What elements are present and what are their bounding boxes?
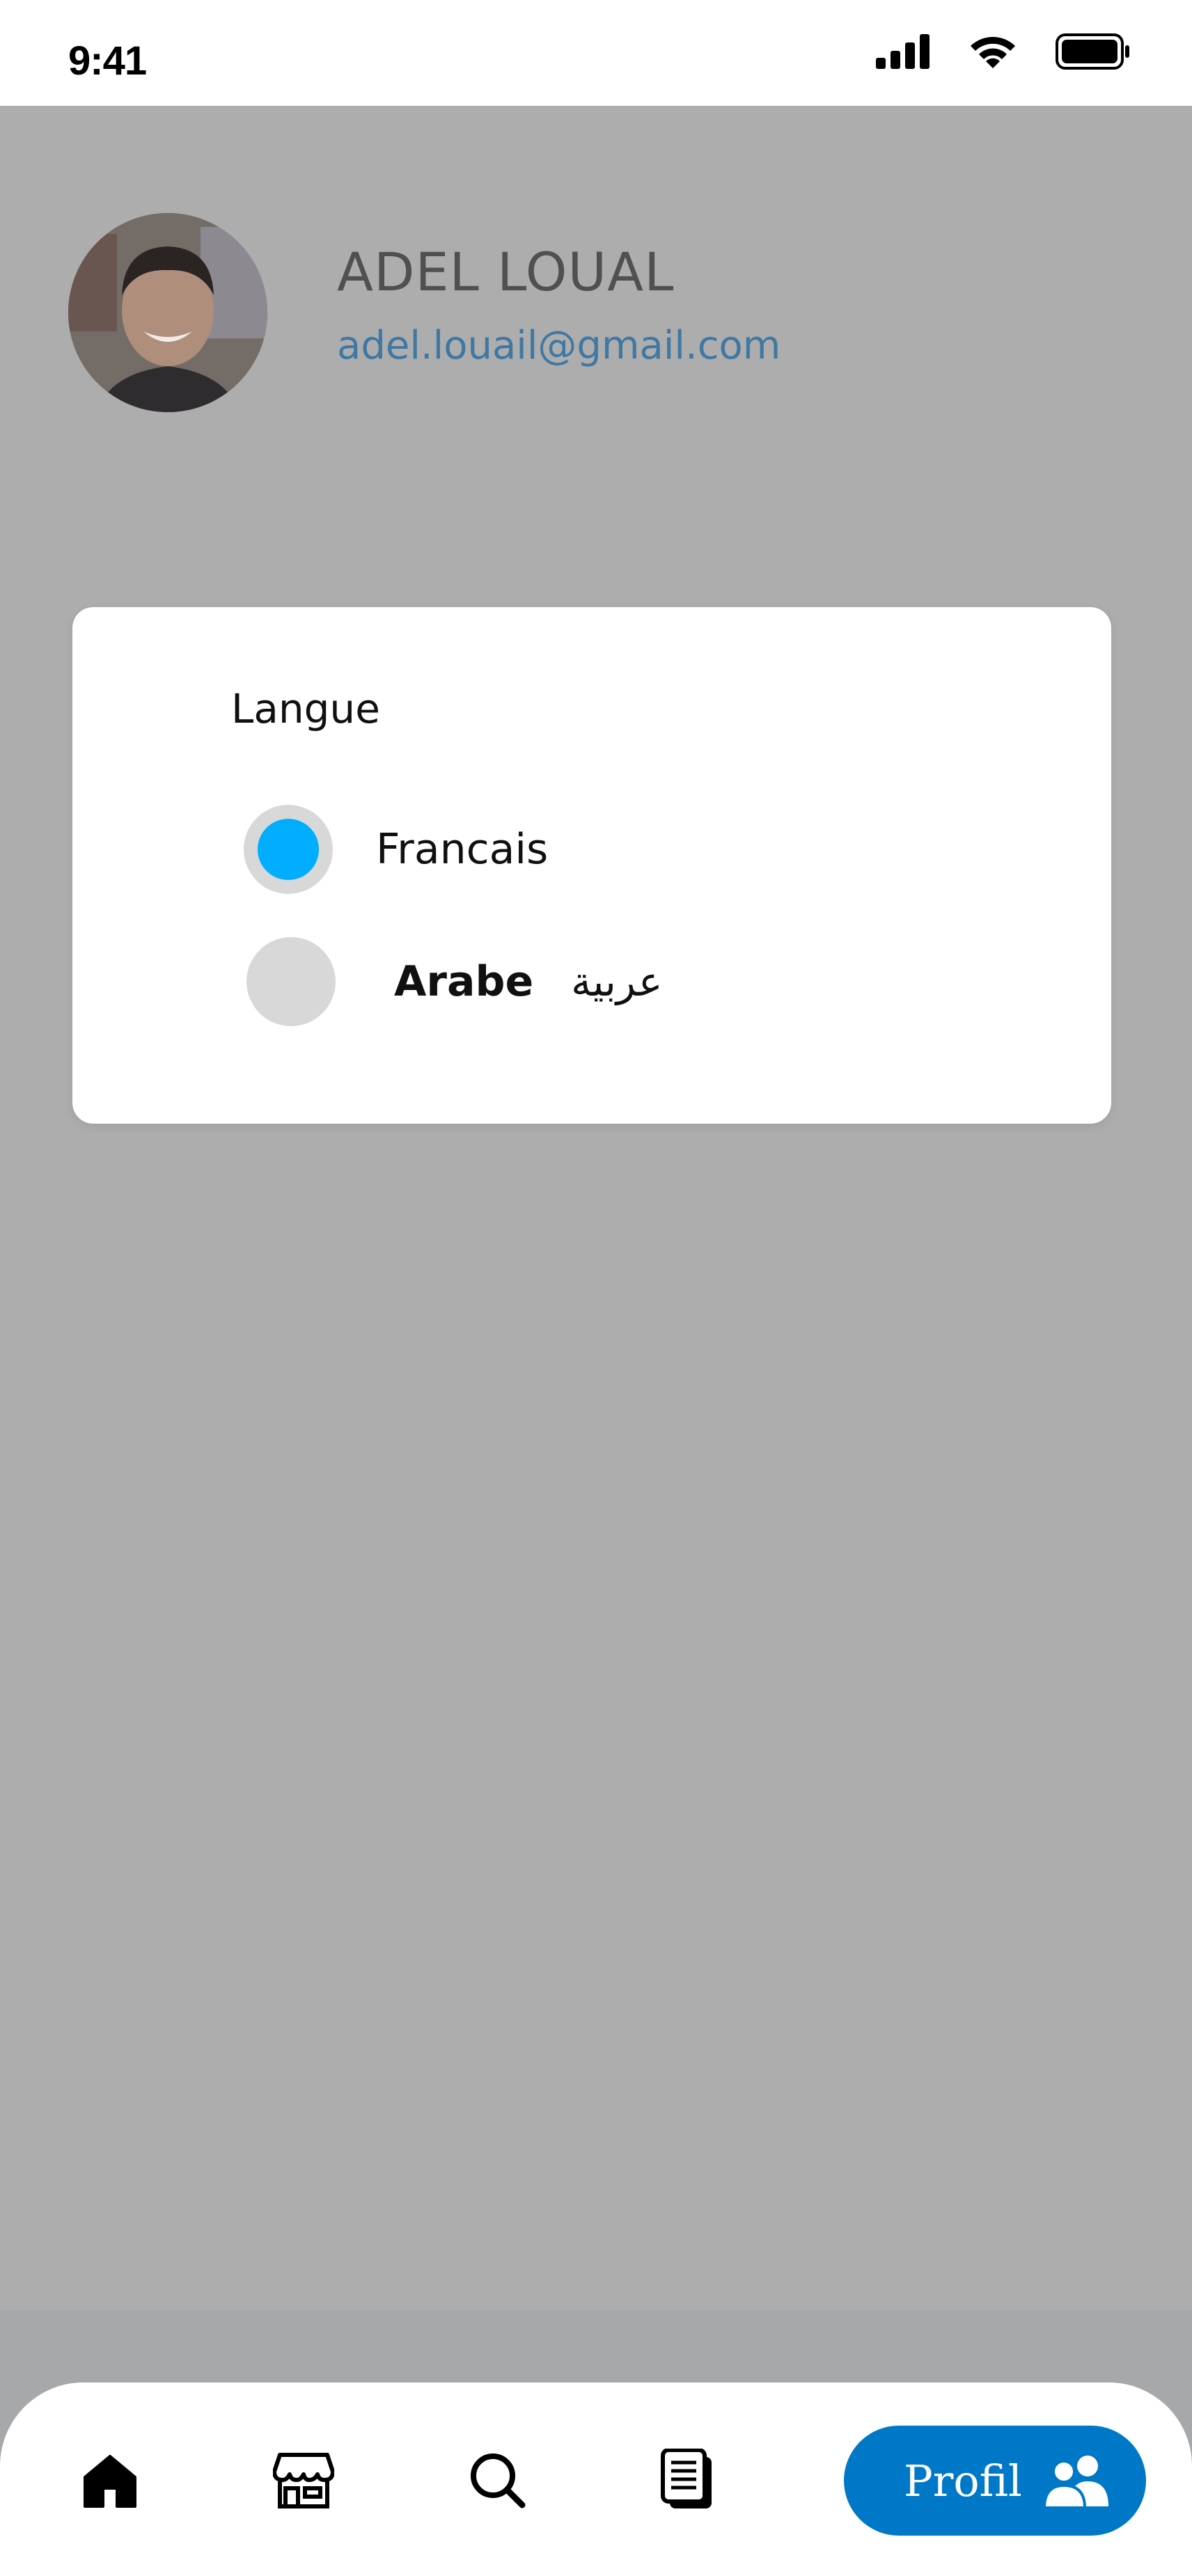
avatar bbox=[68, 213, 267, 412]
store-icon bbox=[272, 2451, 335, 2513]
nav-store[interactable] bbox=[269, 2447, 338, 2516]
profile-name: ADEL LOUAL bbox=[337, 241, 675, 303]
language-dialog: Langue Francais Arabe عربية bbox=[72, 607, 1111, 1124]
status-icons bbox=[876, 33, 1131, 73]
dim-overlay[interactable] bbox=[0, 106, 1192, 2313]
language-option-arabe[interactable]: Arabe عربية bbox=[246, 937, 663, 1026]
bottom-nav: Profil bbox=[0, 2382, 1192, 2576]
home-icon bbox=[81, 2451, 139, 2513]
nav-search[interactable] bbox=[462, 2447, 532, 2516]
radio-dot bbox=[258, 819, 319, 880]
cellular-signal-icon bbox=[876, 34, 930, 72]
radio-button-unselected[interactable] bbox=[246, 937, 336, 1026]
nav-documents[interactable] bbox=[653, 2447, 723, 2516]
language-option-label: Arabe bbox=[394, 957, 534, 1006]
status-bar: 9:41 bbox=[0, 0, 1192, 106]
dialog-title: Langue bbox=[231, 685, 380, 732]
wifi-icon bbox=[968, 33, 1018, 73]
radio-button-selected[interactable] bbox=[244, 805, 333, 894]
nav-profile-label: Profil bbox=[904, 2455, 1022, 2506]
users-icon bbox=[1042, 2453, 1111, 2513]
status-time: 9:41 bbox=[68, 38, 147, 84]
battery-icon bbox=[1056, 33, 1131, 73]
language-option-native-label: عربية bbox=[571, 958, 663, 1005]
language-option-label: Francais bbox=[376, 825, 549, 874]
nav-home[interactable] bbox=[75, 2447, 145, 2516]
documents-icon bbox=[659, 2447, 717, 2515]
profile-email: adel.louail@gmail.com bbox=[337, 323, 781, 368]
search-icon bbox=[468, 2451, 526, 2513]
language-option-francais[interactable]: Francais bbox=[244, 805, 548, 894]
nav-profile-active[interactable]: Profil bbox=[844, 2426, 1146, 2536]
